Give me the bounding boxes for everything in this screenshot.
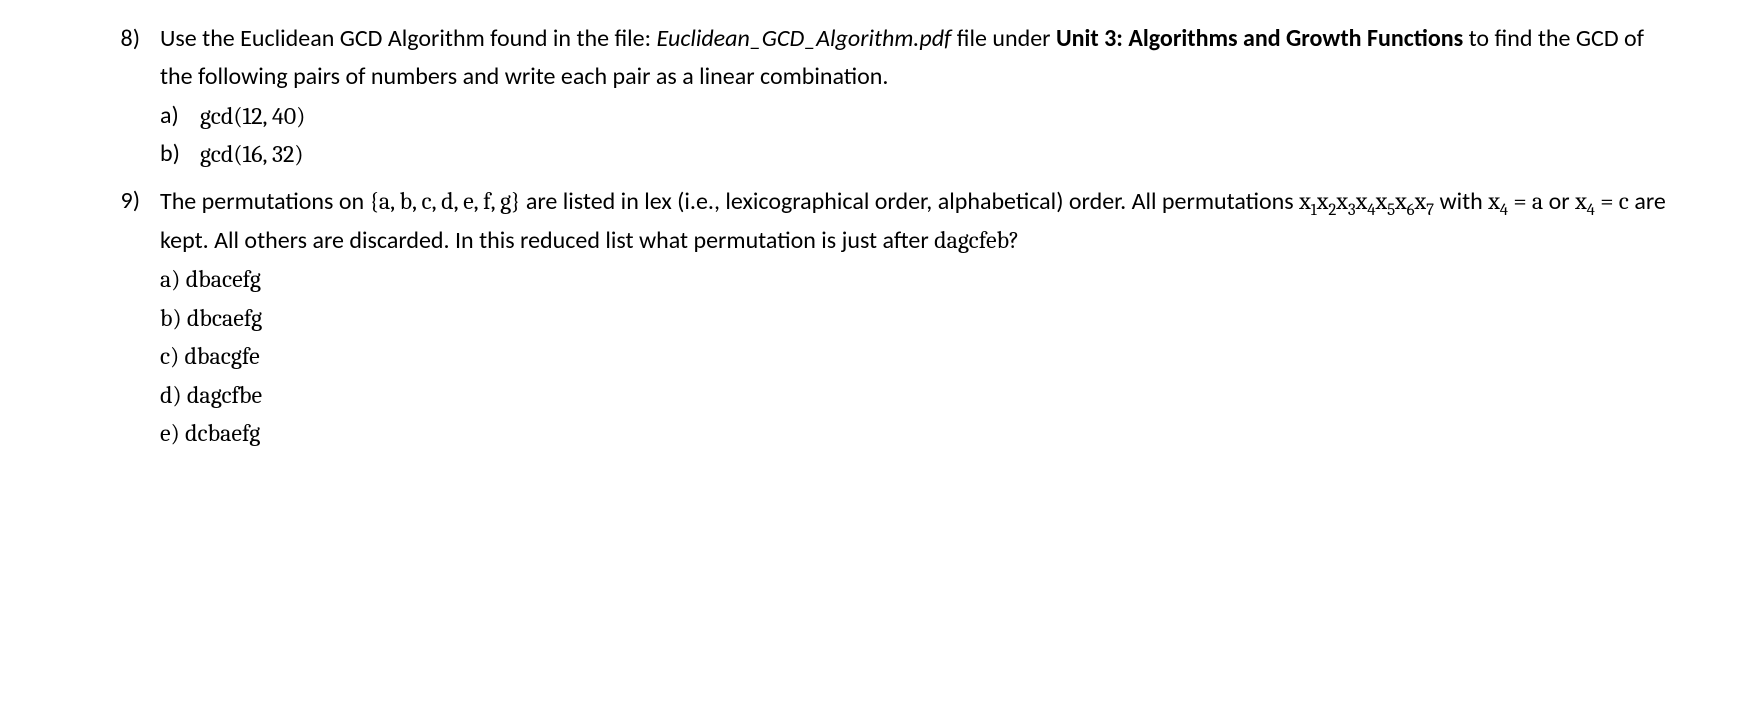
q8-sub-a-label: a)	[160, 97, 200, 135]
q8-unit-title: Unit 3: Algorithms and Growth Functions	[1056, 24, 1463, 53]
question-8-text: Use the Euclidean GCD Algorithm found in…	[160, 20, 1666, 97]
q8-sub-a: a) gcd(12, 40)	[160, 97, 1666, 135]
c2e: = c	[1595, 187, 1629, 215]
q9-opt-c: c) dbacgfe	[160, 337, 1666, 375]
q9-cond1: x4 = a	[1488, 187, 1543, 215]
q8-sub-b: b) gcd(16, 32)	[160, 135, 1666, 173]
q8-sub-a-text: gcd(12, 40)	[200, 97, 1666, 135]
question-9-number: 9)	[80, 182, 160, 453]
q8-text-2: file under	[951, 24, 1056, 53]
s7: 7	[1426, 200, 1434, 219]
question-8-number: 8)	[80, 20, 160, 174]
q9-opt-b: b) dbcaefg	[160, 299, 1666, 337]
x1: x	[1299, 187, 1311, 215]
q9-opt-a: a) dbacefg	[160, 260, 1666, 298]
q9-or: or	[1543, 187, 1575, 216]
c1x: x	[1488, 187, 1500, 215]
q9-text-3: with	[1434, 187, 1488, 216]
q9-opt-e: e) dcbaefg	[160, 414, 1666, 452]
q8-text-1: Use the Euclidean GCD Algorithm found in…	[160, 24, 656, 53]
question-9-body: The permutations on {a, b, c, d, e, f, g…	[160, 182, 1666, 453]
q8-sub-b-label: b)	[160, 135, 200, 173]
q8-filename: Euclidean_GCD_Algorithm.pdf	[656, 24, 951, 53]
x3: x	[1336, 187, 1348, 215]
question-9: 9) The permutations on {a, b, c, d, e, f…	[80, 182, 1666, 453]
x6: x	[1395, 187, 1407, 215]
q9-set: {a, b, c, d, e, f, g}	[370, 187, 521, 215]
question-8-body: Use the Euclidean GCD Algorithm found in…	[160, 20, 1666, 174]
question-9-text: The permutations on {a, b, c, d, e, f, g…	[160, 182, 1666, 261]
c2s: 4	[1587, 200, 1595, 219]
q9-text-1: The permutations on	[160, 187, 370, 216]
q8-sub-b-text: gcd(16, 32)	[200, 135, 1666, 173]
c1s: 4	[1500, 200, 1508, 219]
s5: 5	[1387, 200, 1395, 219]
q9-vars: x1x2x3x4x5x6x7	[1299, 187, 1434, 215]
q9-opt-d: d) dagcfbe	[160, 376, 1666, 414]
x4: x	[1356, 187, 1368, 215]
x7: x	[1415, 187, 1427, 215]
x5: x	[1375, 187, 1387, 215]
c2x: x	[1575, 187, 1587, 215]
q9-target: dagcfeb?	[934, 226, 1019, 254]
question-8: 8) Use the Euclidean GCD Algorithm found…	[80, 20, 1666, 174]
x2: x	[1317, 187, 1329, 215]
c1e: = a	[1508, 187, 1543, 215]
s6: 6	[1407, 200, 1415, 219]
q9-cond2: x4 = c	[1575, 187, 1629, 215]
s3: 3	[1348, 200, 1356, 219]
q9-text-2: are listed in lex (i.e., lexicographical…	[520, 187, 1299, 216]
